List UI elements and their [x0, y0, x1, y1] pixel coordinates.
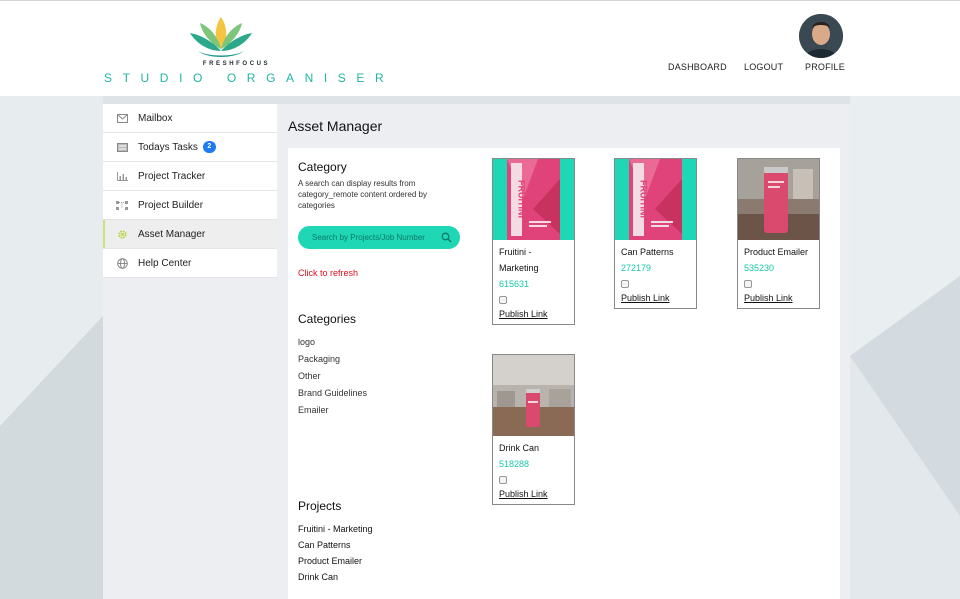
publish-link[interactable]: Publish Link	[499, 488, 568, 500]
tasks-icon	[116, 141, 128, 153]
asset-card[interactable]: FRUITINI Can Patterns 272179 Publish Lin…	[614, 158, 697, 309]
packaging-text: FRUITINI	[639, 180, 649, 218]
sidebar-item-label: Project Tracker	[138, 170, 206, 182]
packaging-text: FRUITINI	[517, 180, 527, 218]
main-panel: Asset Manager Category A search can disp…	[277, 104, 850, 599]
sidebar-item-asset-manager[interactable]: Asset Manager	[103, 220, 277, 249]
asset-card[interactable]: Product Emailer 535230 Publish Link	[737, 158, 820, 309]
sidebar-item-label: Mailbox	[138, 112, 173, 124]
sidebar-item-label: Asset Manager	[138, 228, 206, 240]
asset-title: Drink Can	[499, 443, 540, 453]
project-item[interactable]: Product Emailer	[298, 553, 373, 569]
project-item[interactable]: Drink Can	[298, 569, 373, 585]
brand-name: STUDIO ORGANISER	[104, 71, 395, 85]
project-item[interactable]: Fruitini - Marketing	[298, 521, 373, 537]
projects-list: Fruitini - Marketing Can Patterns Produc…	[298, 521, 373, 585]
asset-title: Fruitini - Marketing	[499, 247, 539, 273]
category-description: A search can display results from catego…	[298, 179, 427, 210]
asset-id: 272179	[621, 263, 652, 273]
asset-checkbox[interactable]	[744, 280, 752, 288]
nav-logout[interactable]: LOGOUT	[744, 62, 783, 72]
sidebar-item-label: Todays Tasks	[138, 141, 198, 153]
brand-logo[interactable]: FRESHFOCUS STUDIO ORGANISER	[100, 15, 384, 87]
asset-id: 535230	[744, 263, 775, 273]
top-header: FRESHFOCUS STUDIO ORGANISER DASHBOARD LO…	[0, 0, 960, 96]
asset-content: Category A search can display results fr…	[288, 148, 840, 599]
categories-list: logo Packaging Other Brand Guidelines Em…	[298, 334, 367, 419]
sidebar-item-label: Project Builder	[138, 199, 204, 211]
asset-id: 518288	[499, 459, 530, 469]
builder-icon	[116, 199, 128, 211]
asset-title: Product Emailer	[744, 247, 809, 257]
profile-avatar[interactable]	[799, 14, 843, 58]
asset-thumbnail	[738, 159, 819, 240]
asset-card[interactable]: Drink Can 518288 Publish Link	[492, 354, 575, 505]
sidebar-item-todays-tasks[interactable]: Todays Tasks 2	[103, 133, 277, 162]
asset-title: Can Patterns	[621, 247, 674, 257]
sidebar: Mailbox Todays Tasks 2 Project Tracker P…	[103, 104, 277, 599]
nav-profile[interactable]: PROFILE	[805, 62, 845, 72]
sidebar-item-project-tracker[interactable]: Project Tracker	[103, 162, 277, 191]
category-heading: Category	[298, 160, 347, 174]
category-item[interactable]: Packaging	[298, 351, 367, 368]
asset-thumbnail	[493, 355, 574, 436]
sidebar-item-label: Help Center	[138, 257, 192, 269]
asset-card[interactable]: FRUITINI Fruitini - Marketing 615631 Pub…	[492, 158, 575, 325]
publish-link[interactable]: Publish Link	[744, 292, 813, 304]
brand-small-text: FRESHFOCUS	[202, 61, 271, 67]
search-icon[interactable]	[441, 232, 452, 243]
refresh-link[interactable]: Click to refresh	[298, 268, 358, 278]
publish-link[interactable]: Publish Link	[621, 292, 690, 304]
avatar-photo	[799, 14, 843, 58]
categories-heading: Categories	[298, 312, 357, 326]
lotus-logo-icon	[190, 17, 252, 57]
nav-dashboard[interactable]: DASHBOARD	[668, 62, 727, 72]
asset-thumbnail: FRUITINI	[493, 159, 574, 240]
project-item[interactable]: Can Patterns	[298, 537, 373, 553]
asset-checkbox[interactable]	[499, 296, 507, 304]
category-item[interactable]: Brand Guidelines	[298, 385, 367, 402]
category-item[interactable]: Other	[298, 368, 367, 385]
mail-icon	[116, 112, 128, 124]
page-title: Asset Manager	[288, 118, 383, 134]
projects-heading: Projects	[298, 499, 342, 513]
asset-id: 615631	[499, 279, 530, 289]
category-item[interactable]: Emailer	[298, 402, 367, 419]
asset-checkbox[interactable]	[621, 280, 629, 288]
sidebar-item-project-builder[interactable]: Project Builder	[103, 191, 277, 220]
search-input[interactable]	[298, 226, 460, 249]
asset-thumbnail: FRUITINI	[615, 159, 696, 240]
sidebar-item-help-center[interactable]: Help Center	[103, 249, 277, 278]
gear-icon	[116, 228, 128, 240]
chart-icon	[116, 170, 128, 182]
category-item[interactable]: logo	[298, 334, 367, 351]
tasks-count-badge: 2	[202, 141, 216, 153]
globe-icon	[116, 257, 128, 269]
publish-link[interactable]: Publish Link	[499, 308, 568, 320]
sidebar-item-mailbox[interactable]: Mailbox	[103, 104, 277, 133]
asset-checkbox[interactable]	[499, 476, 507, 484]
